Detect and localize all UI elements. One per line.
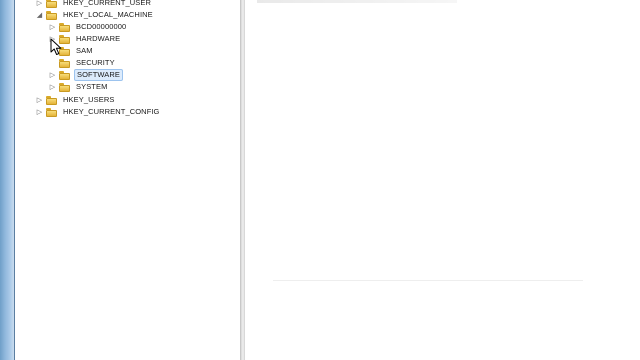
values-header [257,0,457,3]
tree-node-hkey-current-user[interactable]: ▷ HKEY_CURRENT_USER [35,0,153,9]
tree-node-label[interactable]: HKEY_CURRENT_USER [61,0,153,9]
folder-icon [46,95,57,105]
tree-node-software[interactable]: ▷ SOFTWARE [48,69,124,81]
tree-node-hkey-local-machine[interactable]: ◢ HKEY_LOCAL_MACHINE [35,9,155,21]
tree-node-label[interactable]: HARDWARE [74,33,122,45]
folder-icon [59,58,70,68]
collapse-arrow-icon[interactable]: ◢ [35,9,44,21]
expand-arrow-icon[interactable]: ▷ [48,21,57,33]
registry-editor-window: ▷ HKEY_CURRENT_USER ◢ HKEY_LOCAL_MACHINE… [0,0,640,360]
expand-arrow-icon[interactable]: ▷ [35,0,44,9]
expand-arrow-icon[interactable]: ▷ [48,69,57,81]
tree-node-label[interactable]: HKEY_USERS [61,94,116,106]
tree-node-hkey-current-config[interactable]: ▷ HKEY_CURRENT_CONFIG [35,106,162,118]
tree-node-bcd00000000[interactable]: ▷ BCD00000000 [48,21,128,33]
window-frame-left [0,0,14,360]
tree-node-label[interactable]: SYSTEM [74,81,109,93]
registry-tree-pane[interactable]: ▷ HKEY_CURRENT_USER ◢ HKEY_LOCAL_MACHINE… [15,0,240,360]
folder-icon [46,0,57,8]
folder-icon [59,70,70,80]
registry-values-pane[interactable] [245,0,640,360]
folder-icon [59,22,70,32]
tree-node-label[interactable]: SAM [74,45,95,57]
no-expander [48,57,57,69]
tree-node-hkey-users[interactable]: ▷ HKEY_USERS [35,94,116,106]
folder-icon [46,10,57,20]
folder-icon [46,107,57,117]
values-divider [273,280,583,281]
expand-arrow-icon[interactable]: ▷ [35,94,44,106]
expand-arrow-icon[interactable]: ▷ [48,81,57,93]
expand-arrow-icon[interactable]: ▷ [35,106,44,118]
tree-node-security[interactable]: SECURITY [48,57,117,69]
mouse-pointer-icon [50,38,62,55]
tree-node-system[interactable]: ▷ SYSTEM [48,81,109,93]
folder-icon [59,82,70,92]
tree-node-label-selected[interactable]: SOFTWARE [74,69,124,81]
tree-node-label[interactable]: HKEY_LOCAL_MACHINE [61,9,155,21]
tree-node-label[interactable]: HKEY_CURRENT_CONFIG [61,106,162,118]
tree-node-label[interactable]: BCD00000000 [74,21,128,33]
tree-node-label[interactable]: SECURITY [74,57,117,69]
